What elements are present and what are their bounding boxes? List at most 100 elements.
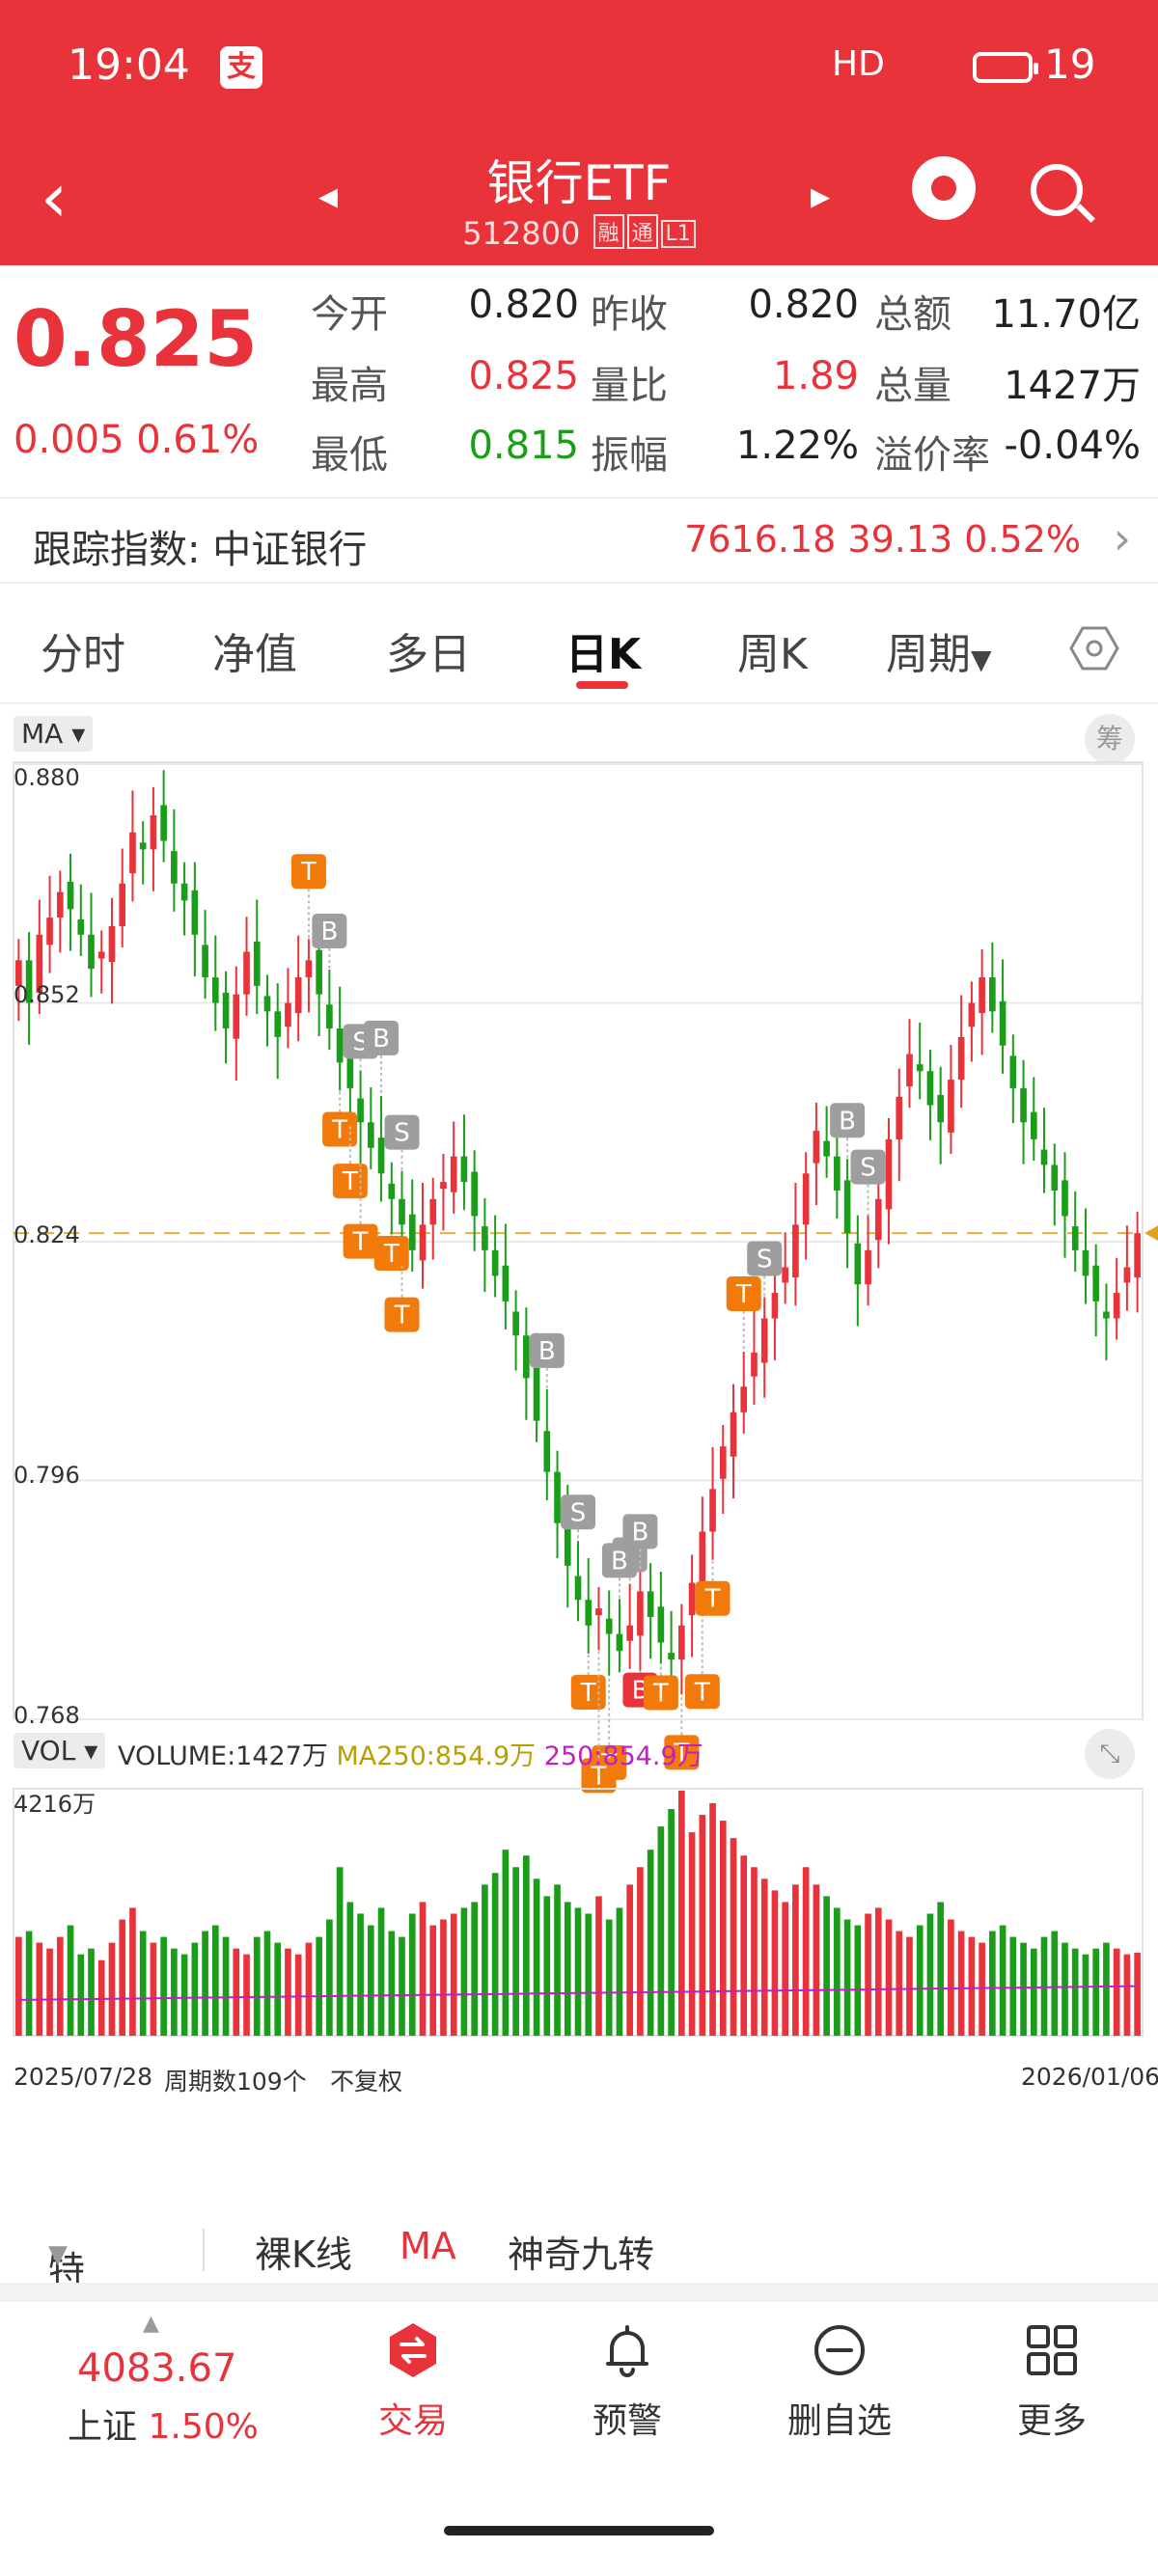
candle-body <box>813 1131 820 1164</box>
magic-nine-toggle[interactable]: 神奇九转 <box>508 2225 654 2278</box>
candle-body <box>1071 1226 1079 1250</box>
expand-icon[interactable]: ⤡ <box>1085 1729 1135 1779</box>
candle-body <box>377 1137 385 1174</box>
sse-index-line[interactable]: 上证 1.50% <box>68 2398 259 2449</box>
volume-bar <box>139 1931 147 2036</box>
period-count: 周期数109个 <box>164 2068 307 2096</box>
candle-body <box>948 1080 954 1133</box>
volume-bar <box>699 1815 706 2036</box>
volume-bar <box>253 1936 261 2036</box>
nav-trade[interactable]: 交易 <box>336 2321 490 2443</box>
volume-bar <box>274 1942 282 2036</box>
y-tick-label: 0.768 <box>14 1702 80 1729</box>
battery-level: 19 <box>1044 41 1096 88</box>
volume-bar <box>1020 1942 1027 2036</box>
naked-k-toggle[interactable]: 裸K线 <box>255 2225 352 2278</box>
volume-bar <box>916 1925 924 2036</box>
candle-body <box>139 842 147 850</box>
back-icon[interactable]: ‹ <box>41 164 68 232</box>
signal-marker-label: T <box>652 1680 669 1709</box>
volume-bar <box>129 1907 136 2036</box>
caret-down-icon: ▾ <box>84 1735 98 1767</box>
candle-body <box>1092 1265 1100 1302</box>
candle-body <box>802 1173 810 1225</box>
candle-body <box>171 851 178 884</box>
candle-body <box>388 1183 396 1199</box>
stat-label: 最高 <box>311 364 388 408</box>
candle-body <box>46 918 53 945</box>
volume-bar <box>429 1925 437 2036</box>
candle-body <box>222 992 230 1029</box>
signal-marker-label: B <box>320 918 338 946</box>
volume-bar <box>1082 1954 1089 2036</box>
next-stock-arrow-icon[interactable]: ▸ <box>811 174 830 218</box>
tab-intraday[interactable]: 分时 <box>41 619 125 681</box>
candle-body <box>1103 1311 1110 1319</box>
tab-weekly-k[interactable]: 周K <box>737 619 808 681</box>
candle-body <box>999 1000 1006 1046</box>
tracking-index-label: 跟踪指数: 中证银行 <box>33 528 368 572</box>
volume-bar <box>740 1855 748 2036</box>
vol-indicator-label: VOL <box>21 1735 76 1767</box>
volume-bar <box>243 1954 250 2036</box>
candle-body <box>357 1098 364 1123</box>
candle-body <box>160 805 167 841</box>
signal-marker-label: T <box>342 1167 358 1196</box>
ma-toggle[interactable]: MA <box>400 2225 456 2267</box>
candle-body <box>1123 1267 1131 1283</box>
volume-bar <box>637 1867 644 2036</box>
stock-code-line: 512800 融通 L1 <box>386 214 772 252</box>
stat-value: 0.815 <box>468 424 579 468</box>
candle-body <box>1082 1249 1089 1276</box>
settings-hexagon-icon[interactable] <box>1069 625 1119 671</box>
volume-indicator-select[interactable]: VOL ▾ <box>14 1733 106 1768</box>
volume-bar <box>491 1873 499 2036</box>
stock-code: 512800 <box>462 215 581 252</box>
volume-bar <box>1009 1936 1017 2036</box>
last-price: 0.825 <box>14 294 259 384</box>
sse-index-value[interactable]: 4083.67 <box>77 2346 236 2391</box>
change-percent: 0.61% <box>136 418 260 462</box>
volume-bar <box>999 1925 1006 2036</box>
nav-more[interactable]: 更多 <box>975 2321 1129 2443</box>
tab-nav[interactable]: 净值 <box>212 619 297 681</box>
tracking-index-row[interactable]: 跟踪指数: 中证银行 7616.18 39.13 0.52% › <box>0 497 1158 584</box>
candle-body <box>419 1224 427 1261</box>
volume-bar <box>709 1803 716 2036</box>
bottom-toolbar: ▲ 4083.67 上证 1.50% 交易 预警 删自选 更多 <box>0 2302 1158 2495</box>
tab-multi-day[interactable]: 多日 <box>386 619 471 681</box>
volume-bar <box>1092 1948 1100 2036</box>
nav-remove-watchlist[interactable]: 删自选 <box>762 2321 917 2443</box>
candle-body <box>129 832 136 874</box>
volume-bar <box>46 1948 53 2036</box>
volume-bar <box>1071 1948 1079 2036</box>
signal-marker-label: B <box>839 1107 856 1136</box>
signal-marker-label: T <box>704 1585 721 1614</box>
stat-label: 溢价率 <box>874 433 990 478</box>
candle-body <box>460 1156 468 1183</box>
change-value: 0.005 <box>14 418 124 462</box>
volume-bar <box>802 1867 810 2036</box>
candlestick-chart[interactable]: TBSBSTTTTTBSSBBTTTBTTTTSTBS <box>0 704 1158 2055</box>
stat-value: 1.89 <box>772 354 859 398</box>
bell-icon <box>606 2325 648 2377</box>
volume-bar <box>191 1942 199 2036</box>
kline-chart-area[interactable]: MA ▾ 筹 TBSBSTTTTTBSSBBTTTBTTTTSTBS 0.880… <box>0 704 1158 2209</box>
nav-alert[interactable]: 预警 <box>550 2321 704 2443</box>
mascot-icon[interactable] <box>912 156 976 220</box>
search-icon[interactable] <box>1031 164 1083 216</box>
active-tab-indicator <box>576 681 628 689</box>
volume-bar <box>564 1902 571 2036</box>
candle-body <box>605 1618 613 1634</box>
ma250-value: MA250:854.9万 <box>336 1741 537 1771</box>
candle-body <box>336 1028 344 1063</box>
prev-stock-arrow-icon[interactable]: ◂ <box>318 174 338 218</box>
candle-body <box>316 949 322 995</box>
tab-daily-k[interactable]: 日K <box>565 619 641 681</box>
quote-panel: 0.825 0.005 0.61% 今开 0.820 昨收 0.820 总额 11.70亿… <box>0 265 1158 497</box>
home-indicator[interactable] <box>444 2526 714 2535</box>
volume-bar <box>211 1925 219 2036</box>
candle-body <box>957 1036 965 1081</box>
tab-period-dropdown[interactable]: 周期▼ <box>886 619 992 681</box>
volume-bar <box>523 1855 530 2036</box>
